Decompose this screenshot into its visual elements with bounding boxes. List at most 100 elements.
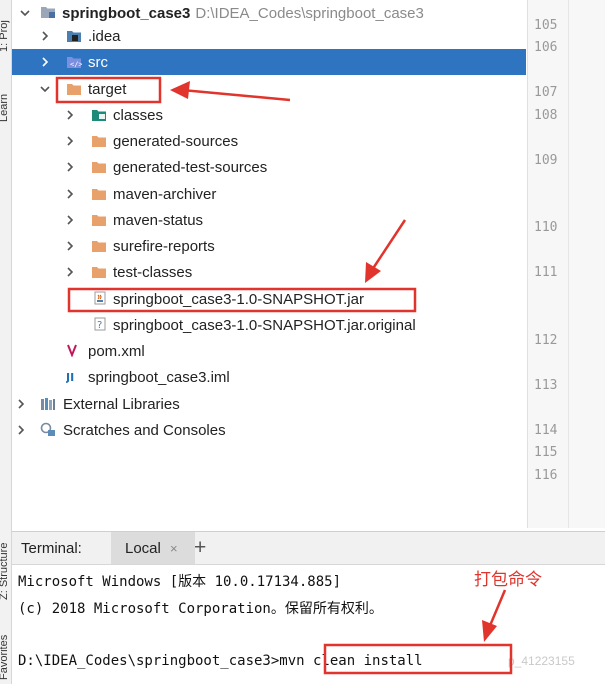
line-number: 111 bbox=[534, 265, 558, 280]
tree-item-label: External Libraries bbox=[63, 395, 180, 413]
tree-item-label: springboot_case3-1.0-SNAPSHOT.jar.origin… bbox=[113, 316, 416, 334]
tree-row-classes[interactable]: classes bbox=[12, 102, 526, 128]
tree-row-snapshot-jar[interactable]: springboot_case3-1.0-SNAPSHOT.jar bbox=[12, 286, 526, 312]
tree-row-pom-xml[interactable]: pom.xml bbox=[12, 338, 526, 364]
learn-tool-tab[interactable]: Learn bbox=[0, 94, 10, 122]
folder-icon bbox=[92, 162, 106, 173]
iml-file-icon: JI bbox=[66, 371, 74, 383]
line-number: 105 bbox=[534, 18, 558, 33]
folder-icon bbox=[92, 241, 106, 252]
line-number: 112 bbox=[534, 333, 558, 348]
line-number: 107 bbox=[534, 85, 558, 100]
project-name: springboot_case3 D:\IDEA_Codes\springboot… bbox=[62, 4, 424, 22]
chevron-right-icon[interactable] bbox=[65, 136, 75, 146]
project-tool-tab[interactable]: 1: Proj bbox=[0, 20, 10, 52]
chevron-right-icon[interactable] bbox=[65, 110, 75, 120]
line-number: 106 bbox=[534, 40, 558, 55]
tree-item-label: springboot_case3-1.0-SNAPSHOT.jar bbox=[113, 290, 364, 308]
svg-text:JI: JI bbox=[66, 371, 74, 383]
tree-item-label: pom.xml bbox=[88, 342, 145, 360]
maven-file-icon bbox=[67, 344, 77, 357]
chevron-right-icon[interactable] bbox=[65, 162, 75, 172]
scratches-icon bbox=[40, 422, 55, 436]
terminal-line: (c) 2018 Microsoft Corporation。保留所有权利。 bbox=[18, 601, 383, 617]
line-number: 110 bbox=[534, 220, 558, 235]
tree-item-label: maven-status bbox=[113, 211, 204, 229]
annotation-label: 打包命令 bbox=[474, 570, 542, 589]
structure-tool-tab[interactable]: Z: Structure bbox=[0, 543, 10, 600]
svg-text:</>: </> bbox=[70, 61, 82, 69]
classes-folder-icon bbox=[92, 110, 106, 121]
terminal-line: Microsoft Windows [版本 10.0.17134.885] bbox=[18, 574, 342, 590]
tree-row-maven-archiver[interactable]: maven-archiver bbox=[12, 181, 526, 207]
terminal-tab-bar: Terminal: Local × + bbox=[12, 531, 605, 565]
tree-row-surefire-reports[interactable]: surefire-reports bbox=[12, 233, 526, 259]
close-icon[interactable]: × bbox=[170, 541, 178, 556]
line-number: 109 bbox=[534, 153, 558, 168]
tree-item-label: src bbox=[88, 53, 108, 71]
chevron-right-icon[interactable] bbox=[65, 241, 75, 251]
chevron-down-icon[interactable] bbox=[40, 84, 50, 94]
tree-item-label: generated-sources bbox=[113, 132, 239, 150]
favorites-tool-tab[interactable]: Favorites bbox=[0, 635, 10, 680]
terminal-tab-local[interactable]: Local × bbox=[111, 532, 195, 564]
tree-item-label: test-classes bbox=[113, 263, 193, 281]
module-folder-icon bbox=[41, 7, 55, 18]
project-path: D:\IDEA_Codes\springboot_case3 bbox=[195, 4, 424, 22]
add-terminal-icon[interactable]: + bbox=[194, 536, 206, 560]
svg-text:?: ? bbox=[97, 320, 102, 331]
tree-row-src[interactable]: </> src bbox=[12, 49, 526, 75]
terminal-title: Terminal: bbox=[21, 540, 82, 557]
chevron-right-icon[interactable] bbox=[65, 267, 75, 277]
line-number: 116 bbox=[534, 468, 558, 483]
line-number: 108 bbox=[534, 108, 558, 123]
tree-item-label: target bbox=[88, 80, 127, 98]
line-number: 114 bbox=[534, 423, 558, 438]
chevron-right-icon[interactable] bbox=[65, 189, 75, 199]
folder-icon bbox=[92, 215, 106, 226]
tree-item-label: maven-archiver bbox=[113, 185, 217, 203]
jar-file-icon bbox=[94, 291, 106, 305]
tree-row-iml[interactable]: JI springboot_case3.iml bbox=[12, 364, 526, 390]
tree-item-label: Scratches and Consoles bbox=[63, 421, 226, 439]
tree-row-test-classes[interactable]: test-classes bbox=[12, 259, 526, 285]
chevron-down-icon[interactable] bbox=[20, 8, 30, 18]
tree-item-label: generated-test-sources bbox=[113, 158, 268, 176]
tab-label: Local bbox=[125, 540, 161, 557]
tree-item-label: springboot_case3.iml bbox=[88, 368, 230, 386]
chevron-right-icon[interactable] bbox=[16, 399, 26, 409]
tree-row-external-libraries[interactable]: External Libraries bbox=[12, 391, 526, 417]
project-tree: springboot_case3 D:\IDEA_Codes\springboot… bbox=[12, 0, 526, 528]
line-number: 113 bbox=[534, 378, 558, 393]
left-tool-strip: 1: Proj Learn Z: Structure Favorites bbox=[0, 0, 12, 684]
tree-item-label: classes bbox=[113, 106, 164, 124]
chevron-right-icon[interactable] bbox=[40, 31, 50, 41]
idea-folder-icon bbox=[67, 31, 81, 42]
unknown-file-icon: ? bbox=[94, 317, 106, 331]
tree-item-label: surefire-reports bbox=[113, 237, 215, 255]
folder-icon bbox=[92, 267, 106, 278]
gutter-divider bbox=[568, 0, 569, 528]
tree-row-target[interactable]: target bbox=[12, 76, 526, 102]
line-number: 115 bbox=[534, 445, 558, 460]
tree-row-generated-sources[interactable]: generated-sources bbox=[12, 128, 526, 154]
tree-row-snapshot-jar-original[interactable]: ? springboot_case3-1.0-SNAPSHOT.jar.orig… bbox=[12, 312, 526, 338]
folder-icon bbox=[92, 189, 106, 200]
terminal-prompt: D:\IDEA_Codes\springboot_case3> bbox=[18, 653, 280, 669]
chevron-right-icon[interactable] bbox=[16, 425, 26, 435]
tree-row-idea[interactable]: .idea bbox=[12, 23, 526, 49]
source-folder-icon: </> bbox=[67, 57, 82, 69]
tree-row-generated-test-sources[interactable]: generated-test-sources bbox=[12, 154, 526, 180]
editor-gutter: 105 106 107 108 109 110 111 112 113 114 … bbox=[527, 0, 605, 528]
chevron-right-icon[interactable] bbox=[65, 215, 75, 225]
tree-row-maven-status[interactable]: maven-status bbox=[12, 207, 526, 233]
tree-row-scratches-and-consoles[interactable]: Scratches and Consoles bbox=[12, 417, 526, 443]
libraries-icon bbox=[41, 398, 55, 410]
tree-item-label: .idea bbox=[88, 27, 121, 45]
terminal-prompt-line: D:\IDEA_Codes\springboot_case3>mvn clean… bbox=[18, 653, 423, 669]
folder-icon bbox=[92, 136, 106, 147]
chevron-right-icon[interactable] bbox=[40, 57, 50, 67]
folder-icon bbox=[67, 84, 81, 95]
watermark: p_41223155 bbox=[508, 654, 575, 668]
terminal-command: mvn clean install bbox=[279, 653, 423, 669]
